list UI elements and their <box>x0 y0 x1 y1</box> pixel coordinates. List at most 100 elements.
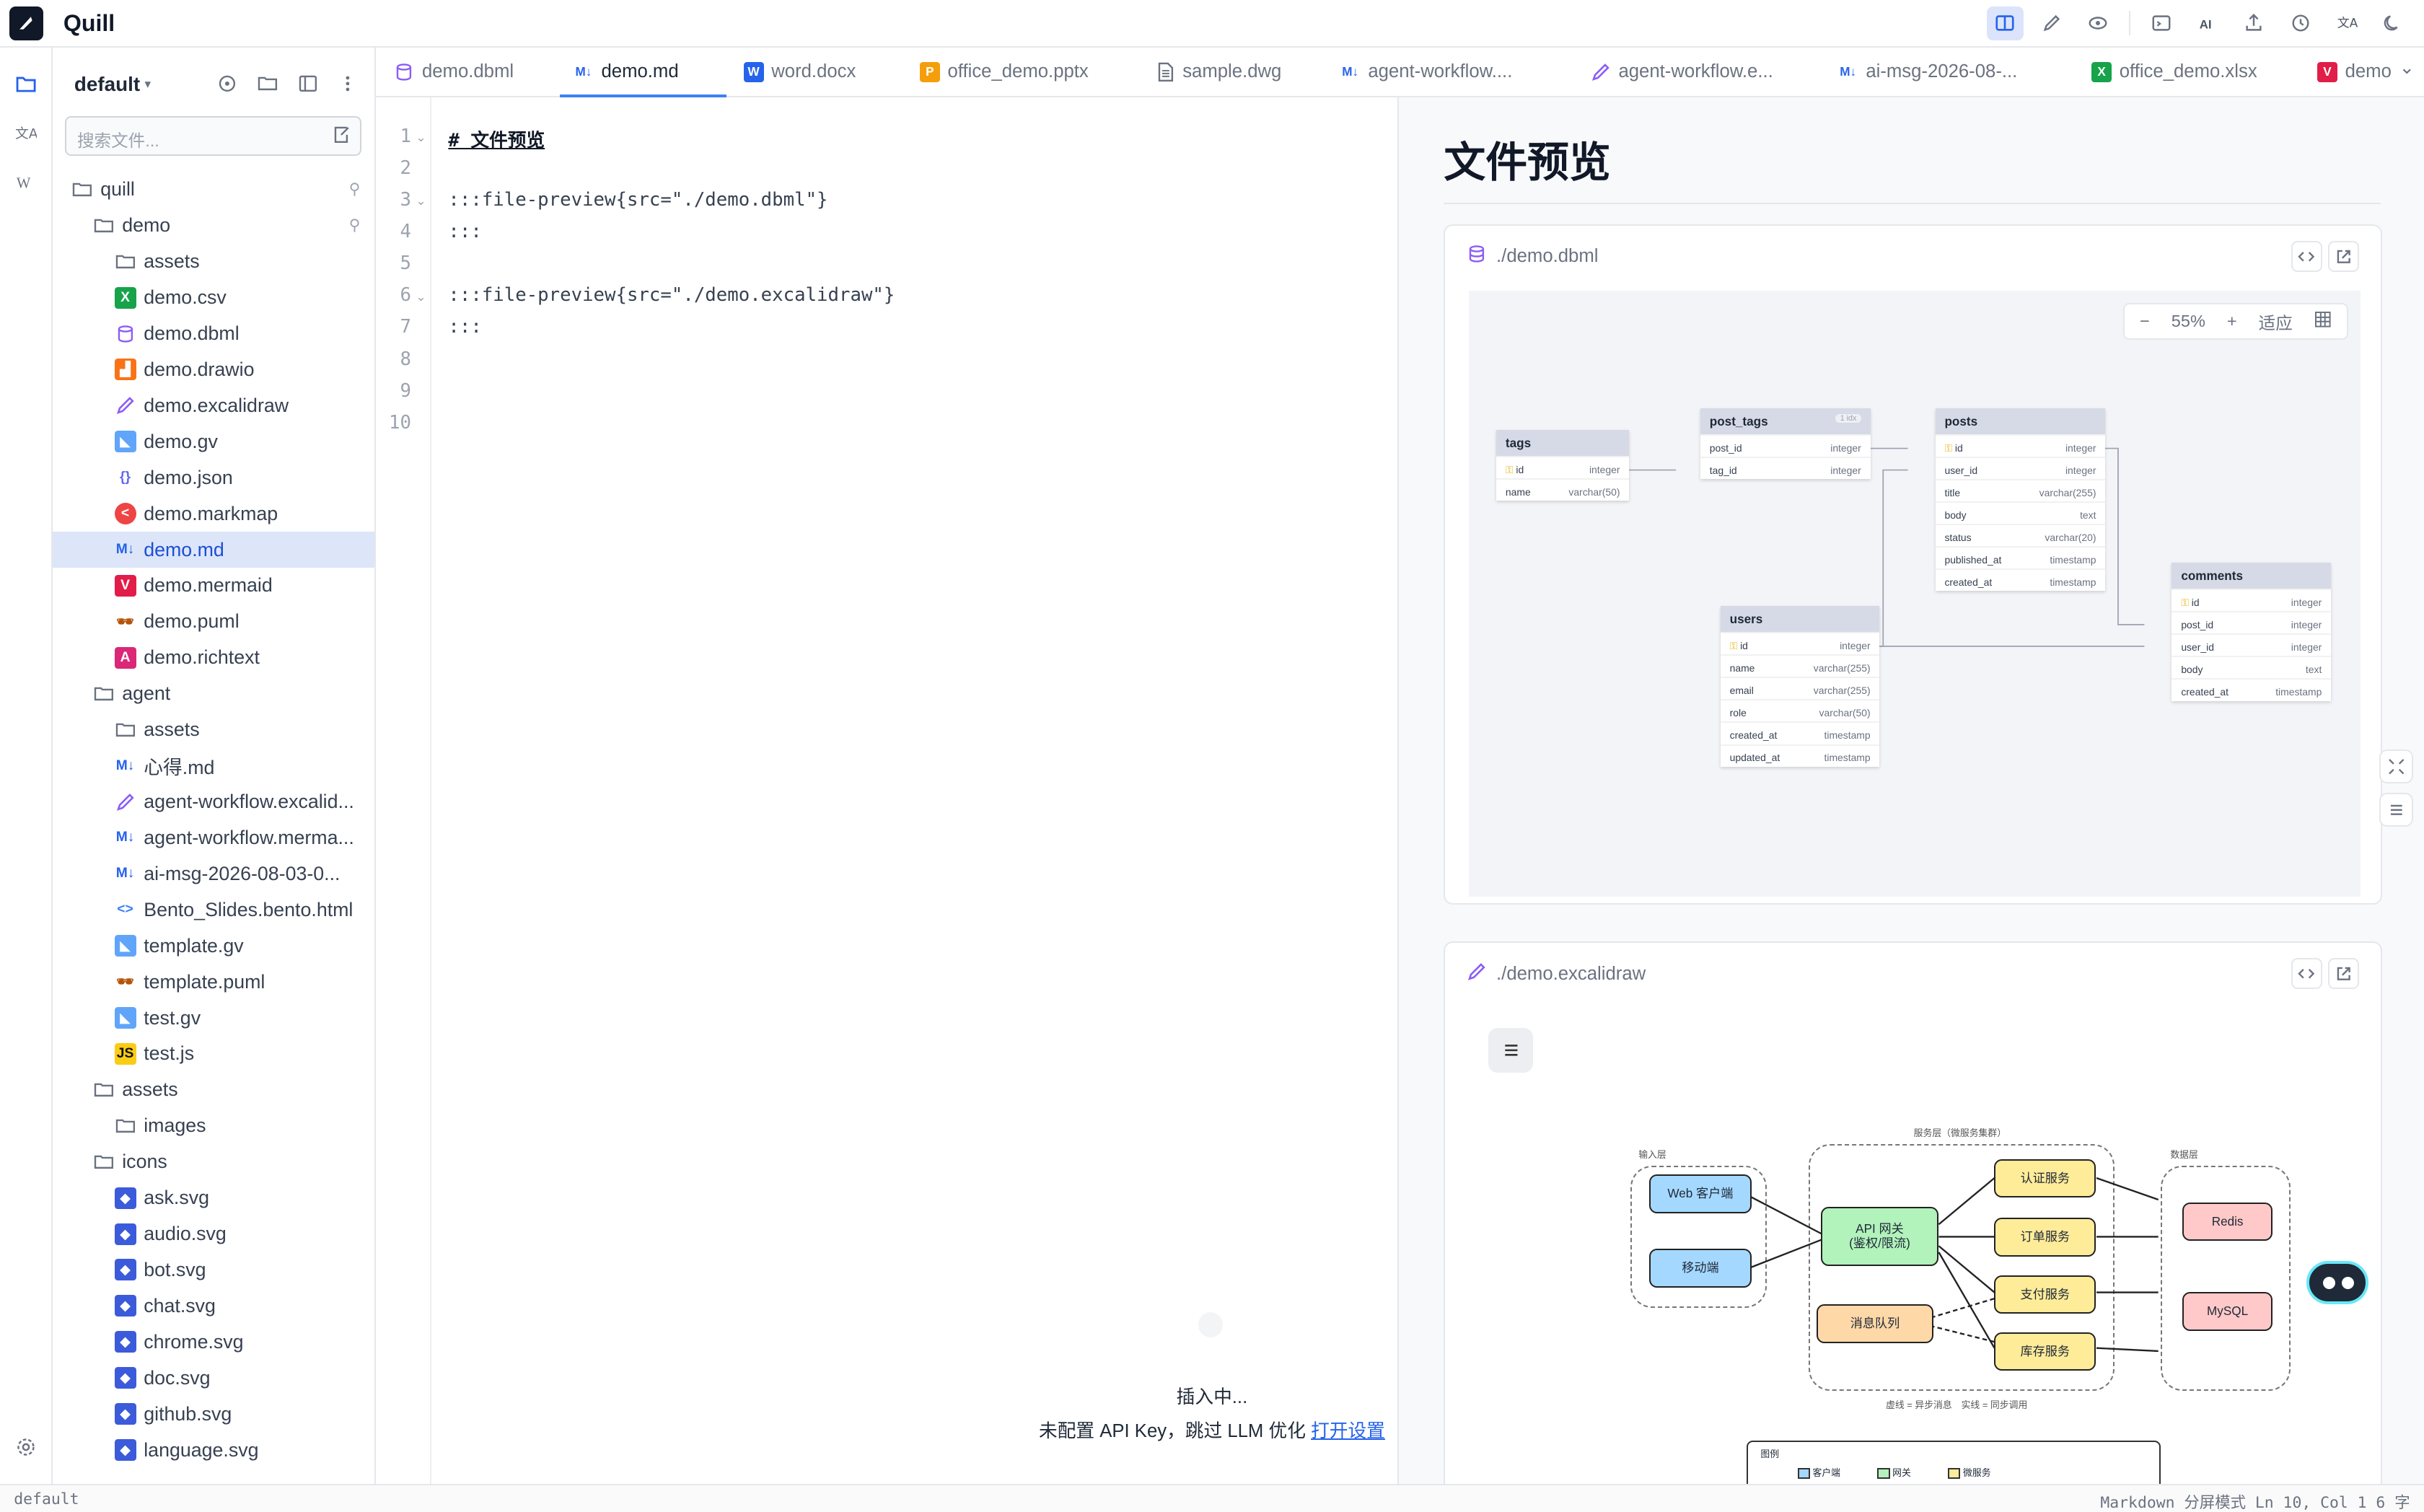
outline-icon[interactable] <box>2379 793 2413 827</box>
history-icon[interactable] <box>2282 6 2319 40</box>
tree-file[interactable]: M↓ demo.md <box>52 532 374 568</box>
view-source-icon[interactable] <box>2291 241 2322 272</box>
translate-panel-icon[interactable]: 文A <box>12 119 40 147</box>
tree-file[interactable]: JS test.js <box>53 1036 374 1072</box>
tree-file[interactable]: 🕶 template.puml <box>53 964 374 1000</box>
assistant-mascot-icon[interactable] <box>2306 1261 2368 1305</box>
tree-file[interactable]: ◣ test.gv <box>53 1000 374 1036</box>
tree-folder[interactable]: assets <box>53 712 374 748</box>
tree-folder[interactable]: demo ⚲ <box>53 208 374 244</box>
tree-file[interactable]: {} demo.json <box>53 460 374 496</box>
new-file-icon[interactable] <box>331 125 351 149</box>
tree-file[interactable]: ◆ chat.svg <box>53 1288 374 1324</box>
tree-file[interactable]: ◆ audio.svg <box>53 1216 374 1252</box>
pin-icon[interactable]: ⚲ <box>349 180 361 198</box>
code-line[interactable]: :::file-preview{src="./demo.dbml"} <box>448 189 827 211</box>
preview-mode-icon[interactable] <box>2079 6 2116 40</box>
wikipedia-icon[interactable]: W <box>12 169 40 197</box>
target-icon[interactable] <box>216 73 238 94</box>
tree-folder[interactable]: assets <box>53 244 374 280</box>
tree-file[interactable]: ◆ language.svg <box>53 1432 374 1468</box>
tree-file[interactable]: M↓ 心得.md <box>53 748 374 784</box>
tabs-overflow-icon[interactable]: ⌄ <box>2399 57 2415 79</box>
dbml-table-tags[interactable]: tags ⚿ id integer name varchar(50) <box>1496 429 1630 501</box>
tree-file[interactable]: ◆ doc.svg <box>53 1360 374 1396</box>
tree-folder[interactable]: agent <box>53 676 374 712</box>
tab-2[interactable]: M↓ demo.md <box>574 48 678 95</box>
tab-10[interactable]: Vdemo <box>2317 48 2392 95</box>
more-icon[interactable] <box>337 73 359 94</box>
dbml-table-post-tags[interactable]: post_tags 1 idx post_id integer tag_id intege… <box>1700 408 1871 480</box>
tree-folder[interactable]: assets <box>53 1072 374 1108</box>
tree-file[interactable]: ◆ ask.svg <box>53 1180 374 1216</box>
tab-4[interactable]: Poffice_demo.pptx <box>919 48 1089 95</box>
fold-chevron-icon[interactable]: ⌄ <box>416 289 426 304</box>
markdown-editor[interactable]: 1 ⌄ 2 3 ⌄ 4 5 6 ⌄ 7 8 9 10 # 文件预览:::file-preview{src… <box>375 97 1400 1485</box>
excalidraw-canvas[interactable]: 输入层 服务层（微服务集群） 数据层 Web 客户端 移动端 API 网关 (鉴… <box>1468 1004 2368 1485</box>
activity-rail: 文A W <box>0 48 53 1485</box>
fold-chevron-icon[interactable]: ⌄ <box>416 130 426 145</box>
tree-file[interactable]: ◆ bot.svg <box>53 1252 374 1288</box>
file-search-input[interactable]: 搜索文件... <box>64 115 362 157</box>
export-icon[interactable] <box>2236 6 2272 40</box>
tree-file[interactable]: M↓ agent-workflow.merma... <box>53 819 374 856</box>
tree-folder[interactable]: icons <box>53 1144 374 1180</box>
tree-file[interactable]: agent-workflow.excalid... <box>53 784 374 820</box>
code-line[interactable]: ::: <box>448 316 481 338</box>
split-view-icon[interactable] <box>1986 6 2024 40</box>
pin-icon[interactable]: ⚲ <box>349 216 361 234</box>
tree-file[interactable]: 🕶 demo.puml <box>53 604 374 640</box>
cursor-indicator <box>1198 1312 1223 1337</box>
tab-9[interactable]: Xoffice_demo.xlsx <box>2091 48 2257 95</box>
tree-file[interactable]: demo.excalidraw <box>53 387 374 423</box>
dbml-canvas[interactable]: − 55% + 适应 tags ⚿ id integer name varchar(50… <box>1468 290 2361 897</box>
files-icon[interactable] <box>12 69 40 97</box>
edit-mode-icon[interactable] <box>2033 6 2070 40</box>
view-source-icon[interactable] <box>2291 958 2322 990</box>
tab-5[interactable]: sample.dwg <box>1155 48 1281 95</box>
code-line[interactable]: ::: <box>448 221 481 242</box>
tree-file[interactable]: <> Bento_Slides.bento.html <box>53 892 374 928</box>
fold-chevron-icon[interactable]: ⌄ <box>416 193 426 208</box>
fullscreen-icon[interactable] <box>2379 750 2413 784</box>
code-line[interactable]: :::file-preview{src="./demo.excalidraw"} <box>448 284 895 306</box>
translate-icon[interactable]: 文A <box>2328 6 2365 40</box>
workspace-selector[interactable]: default ▾ <box>74 73 151 96</box>
open-external-icon[interactable] <box>2328 958 2360 990</box>
web-client-node: Web 客户端 <box>1649 1174 1752 1213</box>
tab-6[interactable]: M↓ agent-workflow.... <box>1340 48 1512 95</box>
quill-logo-icon[interactable] <box>9 6 43 40</box>
settings-icon[interactable] <box>12 1433 40 1461</box>
open-external-icon[interactable] <box>2328 241 2360 272</box>
tree-file[interactable]: ◆ github.svg <box>53 1396 374 1432</box>
dark-mode-icon[interactable] <box>2374 6 2411 40</box>
tree-folder[interactable]: images <box>53 1108 374 1144</box>
table-name: users <box>1729 612 1763 627</box>
column-type: varchar(50) <box>1819 706 1871 718</box>
tree-file[interactable]: M↓ ai-msg-2026-08-03-0... <box>53 856 374 892</box>
tree-file[interactable]: Ademo.richtext <box>53 640 374 676</box>
tree-folder[interactable]: quill ⚲ <box>53 172 374 208</box>
tree-file[interactable]: ◆ chrome.svg <box>53 1324 374 1360</box>
tab-7[interactable]: agent-workflow.e... <box>1591 48 1773 95</box>
tab-1[interactable]: demo.dbml <box>394 48 514 95</box>
dbml-table-posts[interactable]: posts ⚿ id integer user_id integer title varch… <box>1935 408 2106 592</box>
tree-file[interactable]: ◣ demo.gv <box>53 423 374 460</box>
column-name: name <box>1505 485 1531 498</box>
dbml-table-users[interactable]: users ⚿ id integer name varchar(255) email var… <box>1720 605 1880 767</box>
tree-file[interactable]: ◣ template.gv <box>53 928 374 964</box>
tab-3[interactable]: Wword.docx <box>743 48 856 95</box>
tree-file[interactable]: demo.dbml <box>53 316 374 352</box>
tree-file[interactable]: Xdemo.csv <box>53 280 374 316</box>
tree-file[interactable]: Vdemo.mermaid <box>53 568 374 604</box>
tab-8[interactable]: M↓ ai-msg-2026-08-... <box>1838 48 2017 95</box>
open-settings-link[interactable]: 打开设置 <box>1311 1421 1385 1441</box>
dbml-table-comments[interactable]: comments ⚿ id integer post_id integer user_id… <box>2172 562 2332 701</box>
new-folder-icon[interactable] <box>257 73 278 94</box>
ai-icon[interactable]: AI <box>2189 6 2226 40</box>
code-line[interactable]: # 文件预览 <box>448 126 545 152</box>
tree-file[interactable]: < demo.markmap <box>53 496 374 532</box>
terminal-icon[interactable] <box>2143 6 2179 40</box>
collapse-sidebar-icon[interactable] <box>297 73 319 94</box>
tree-file[interactable]: ▟ demo.drawio <box>53 351 374 387</box>
